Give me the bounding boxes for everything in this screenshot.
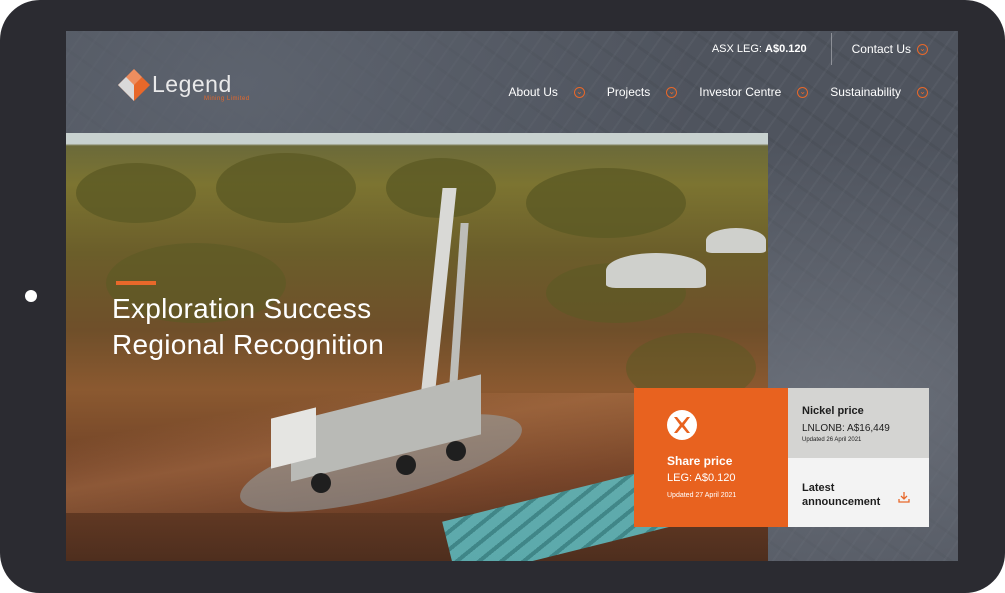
nav-label: About Us: [508, 85, 558, 99]
chevron-down-icon: ⌄: [797, 86, 809, 98]
main-nav: About Us ⌄ Projects ⌄ Investor Centre ⌄ …: [509, 85, 928, 99]
contact-us-link[interactable]: Contact Us ⌄: [832, 42, 958, 56]
share-price-card[interactable]: Share price LEG: A$0.120 Updated 27 Apri…: [634, 388, 788, 527]
nav-label: Sustainability: [830, 85, 901, 99]
latest-announcement-link[interactable]: Latest announcement: [788, 458, 929, 527]
share-price-value: LEG: A$0.120: [667, 472, 736, 484]
hero-accent-line: [116, 281, 156, 285]
asx-ticker-value: A$0.120: [765, 43, 807, 55]
nickel-price-title: Nickel price: [802, 405, 864, 417]
top-bar: ASX LEG: A$0.120 Contact Us ⌄: [712, 31, 958, 67]
download-icon: [898, 492, 910, 503]
nav-item-sustainability[interactable]: Sustainability ⌄: [830, 85, 928, 99]
website-screen: ASX LEG: A$0.120 Contact Us ⌄ Legend Min…: [66, 31, 958, 561]
latest-announcement-label: Latest announcement: [802, 482, 881, 508]
chevron-down-icon: ⌄: [573, 86, 585, 98]
nickel-price-value: LNLONB: A$16,449: [802, 423, 890, 434]
share-price-title: Share price: [667, 454, 733, 468]
nav-label: Investor Centre: [699, 85, 782, 99]
chevron-down-icon: ⌄: [917, 43, 928, 55]
nickel-price-updated: Updated 26 April 2021: [802, 437, 862, 443]
hero-headline-line2: Regional Recognition: [112, 329, 385, 360]
asx-ticker: ASX LEG: A$0.120: [712, 43, 831, 55]
share-price-updated: Updated 27 April 2021: [667, 492, 737, 499]
contact-us-label: Contact Us: [851, 42, 911, 56]
asx-ticker-label: ASX LEG:: [711, 43, 766, 55]
tablet-frame: ASX LEG: A$0.120 Contact Us ⌄ Legend Min…: [0, 0, 1005, 593]
logo-subtitle: Mining Limited: [204, 96, 250, 102]
nav-item-about-us[interactable]: About Us ⌄: [509, 85, 585, 99]
chevron-down-icon: ⌄: [917, 86, 928, 98]
nav-item-projects[interactable]: Projects ⌄: [606, 85, 678, 99]
chevron-down-icon: ⌄: [666, 86, 678, 98]
logo-diamond-icon: [118, 69, 150, 101]
nickel-price-card[interactable]: Nickel price LNLONB: A$16,449 Updated 26…: [788, 388, 929, 458]
logo-wordmark: Legend: [152, 71, 232, 97]
tablet-camera: [25, 290, 37, 302]
legend-logo[interactable]: Legend Mining Limited: [116, 67, 266, 107]
legend-emblem-icon: [667, 410, 697, 440]
hero-headline-line1: Exploration Success: [112, 293, 372, 324]
hero-headline: Exploration Success Regional Recognition: [112, 291, 384, 363]
nav-label: Projects: [606, 85, 651, 99]
nav-item-investor-centre[interactable]: Investor Centre ⌄: [699, 85, 809, 99]
